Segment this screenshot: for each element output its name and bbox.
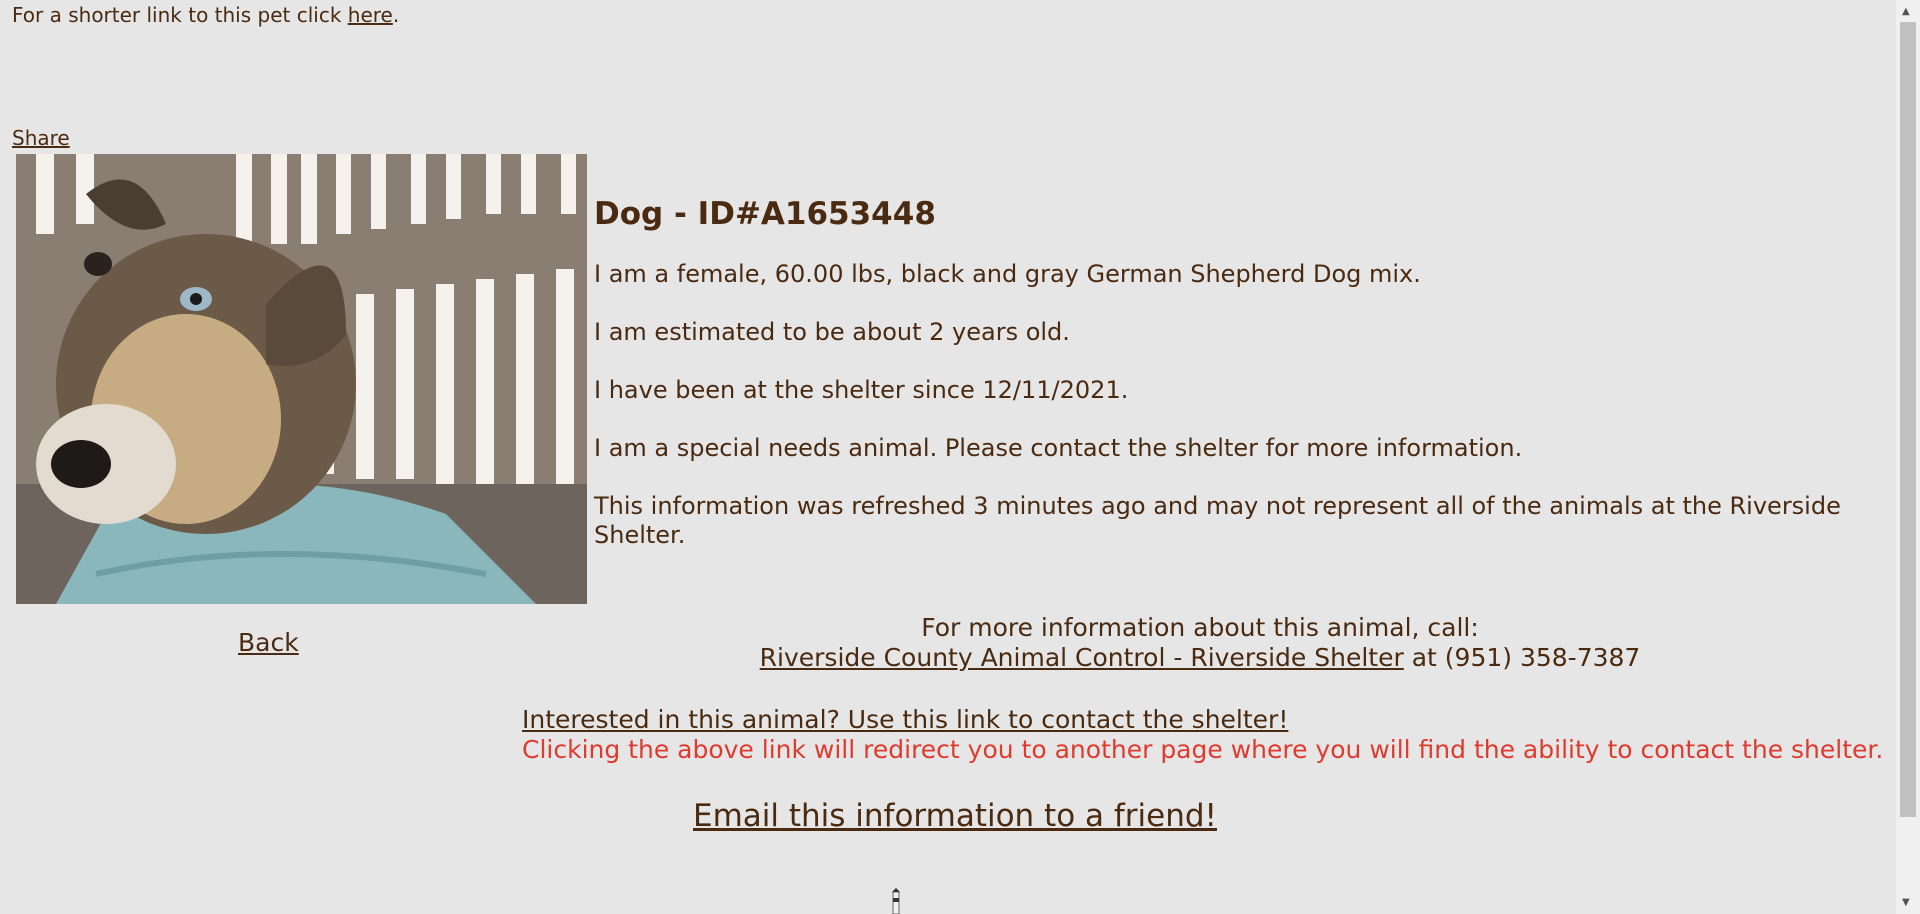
animal-description: I am a female, 60.00 lbs, black and gray…: [594, 260, 1421, 288]
shorter-link-prefix: For a shorter link to this pet click: [12, 3, 348, 27]
animal-special-needs: I am a special needs animal. Please cont…: [594, 434, 1523, 462]
interest-section: Interested in this animal? Use this link…: [522, 705, 1883, 765]
scroll-thumb[interactable]: [1900, 22, 1916, 817]
animal-age: I am estimated to be about 2 years old.: [594, 318, 1070, 346]
refresh-note: This information was refreshed 3 minutes…: [594, 492, 1841, 549]
contact-info: For more information about this animal, …: [700, 613, 1700, 673]
contact-heading: For more information about this animal, …: [921, 613, 1479, 642]
email-friend-link[interactable]: Email this information to a friend!: [693, 798, 1217, 834]
lighthouse-icon: [892, 888, 900, 914]
pet-photo: [16, 154, 587, 604]
scroll-down-icon[interactable]: ▼: [1902, 897, 1910, 908]
shorter-link-suffix: .: [392, 3, 400, 27]
redirect-note: Clicking the above link will redirect yo…: [522, 735, 1884, 764]
contact-shelter-link[interactable]: Interested in this animal? Use this link…: [522, 705, 1288, 734]
animal-title: Dog - ID#A1653448: [594, 196, 936, 232]
dog-photo-icon: [16, 154, 587, 604]
animal-intake-date: I have been at the shelter since 12/11/2…: [594, 376, 1129, 404]
contact-line: Riverside County Animal Control - Rivers…: [700, 643, 1700, 673]
scroll-up-icon[interactable]: ▲: [1902, 6, 1910, 17]
shelter-phone: (951) 358-7387: [1444, 643, 1641, 672]
share-link[interactable]: Share: [12, 126, 70, 150]
phone-prefix: at: [1403, 643, 1445, 672]
shorter-link-line: For a shorter link to this pet click her…: [12, 3, 399, 27]
animal-info: Dog - ID#A1653448 I am a female, 60.00 l…: [594, 196, 1864, 579]
vertical-scrollbar[interactable]: ▲ ▼: [1896, 0, 1920, 914]
here-link[interactable]: here: [348, 3, 393, 27]
shelter-link[interactable]: Riverside County Animal Control - Rivers…: [760, 643, 1404, 672]
back-link[interactable]: Back: [238, 628, 299, 657]
